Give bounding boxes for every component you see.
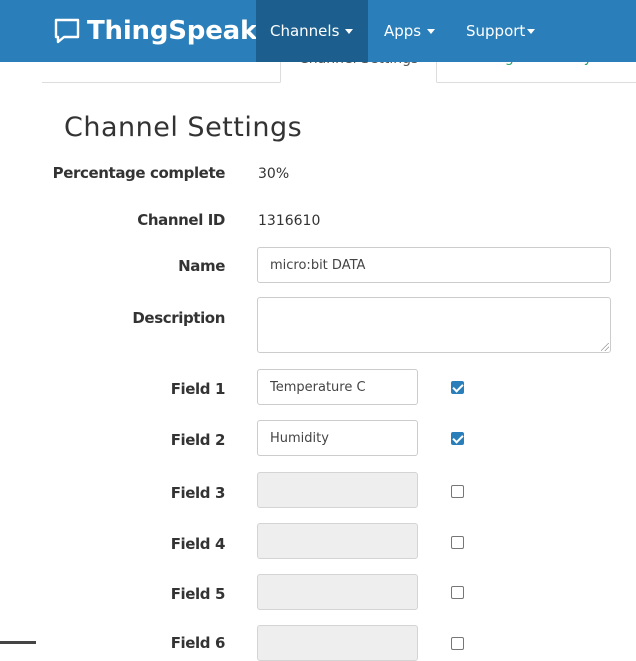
brand-name: ThingSpeak: [87, 16, 258, 46]
field-4-label: Field 4: [170, 535, 226, 553]
name-label: Name: [178, 257, 225, 275]
field-5-input[interactable]: [257, 574, 418, 610]
field-4-checkbox[interactable]: [451, 536, 464, 549]
name-input[interactable]: [257, 247, 611, 283]
percentage-label: Percentage complete: [52, 164, 226, 182]
field-4-input[interactable]: [257, 523, 418, 559]
caret-down-icon: [345, 28, 354, 34]
field-1-input[interactable]: [257, 369, 418, 405]
field-3-label: Field 3: [170, 484, 226, 502]
description-label: Description: [132, 309, 225, 327]
caret-down-icon: [427, 28, 436, 34]
nav-apps[interactable]: Apps: [370, 0, 449, 62]
page-title: Channel Settings: [64, 112, 303, 143]
nav-support[interactable]: Support: [452, 0, 549, 62]
field-3-input[interactable]: [257, 472, 418, 508]
field-2-input[interactable]: [257, 420, 418, 456]
field-1-checkbox[interactable]: [451, 381, 464, 394]
field-3-checkbox[interactable]: [451, 485, 464, 498]
nav-apps-label: Apps: [384, 22, 422, 40]
percentage-value: 30%: [258, 166, 290, 182]
caret-down-icon: [527, 28, 536, 34]
description-wrapper: [257, 297, 611, 353]
resize-grip-icon[interactable]: [601, 343, 609, 351]
nav-channels[interactable]: Channels: [256, 0, 368, 62]
channel-id-label: Channel ID: [137, 211, 225, 229]
channel-id-value: 1316610: [258, 213, 321, 229]
nav-support-label: Support: [466, 22, 526, 40]
description-textarea[interactable]: [257, 297, 611, 353]
top-navbar: ThingSpeak ™ Channels Apps Support: [0, 0, 636, 62]
field-2-checkbox[interactable]: [451, 432, 464, 445]
field-6-label: Field 6: [170, 634, 226, 652]
brand-logo[interactable]: ThingSpeak ™: [54, 14, 271, 48]
field-2-label: Field 2: [170, 431, 226, 449]
nav-channels-label: Channels: [270, 22, 340, 40]
field-5-label: Field 5: [170, 585, 226, 603]
field-1-label: Field 1: [170, 380, 226, 398]
field-5-checkbox[interactable]: [451, 586, 464, 599]
chat-bubble-icon: [54, 18, 80, 44]
field-6-input[interactable]: [257, 625, 418, 661]
